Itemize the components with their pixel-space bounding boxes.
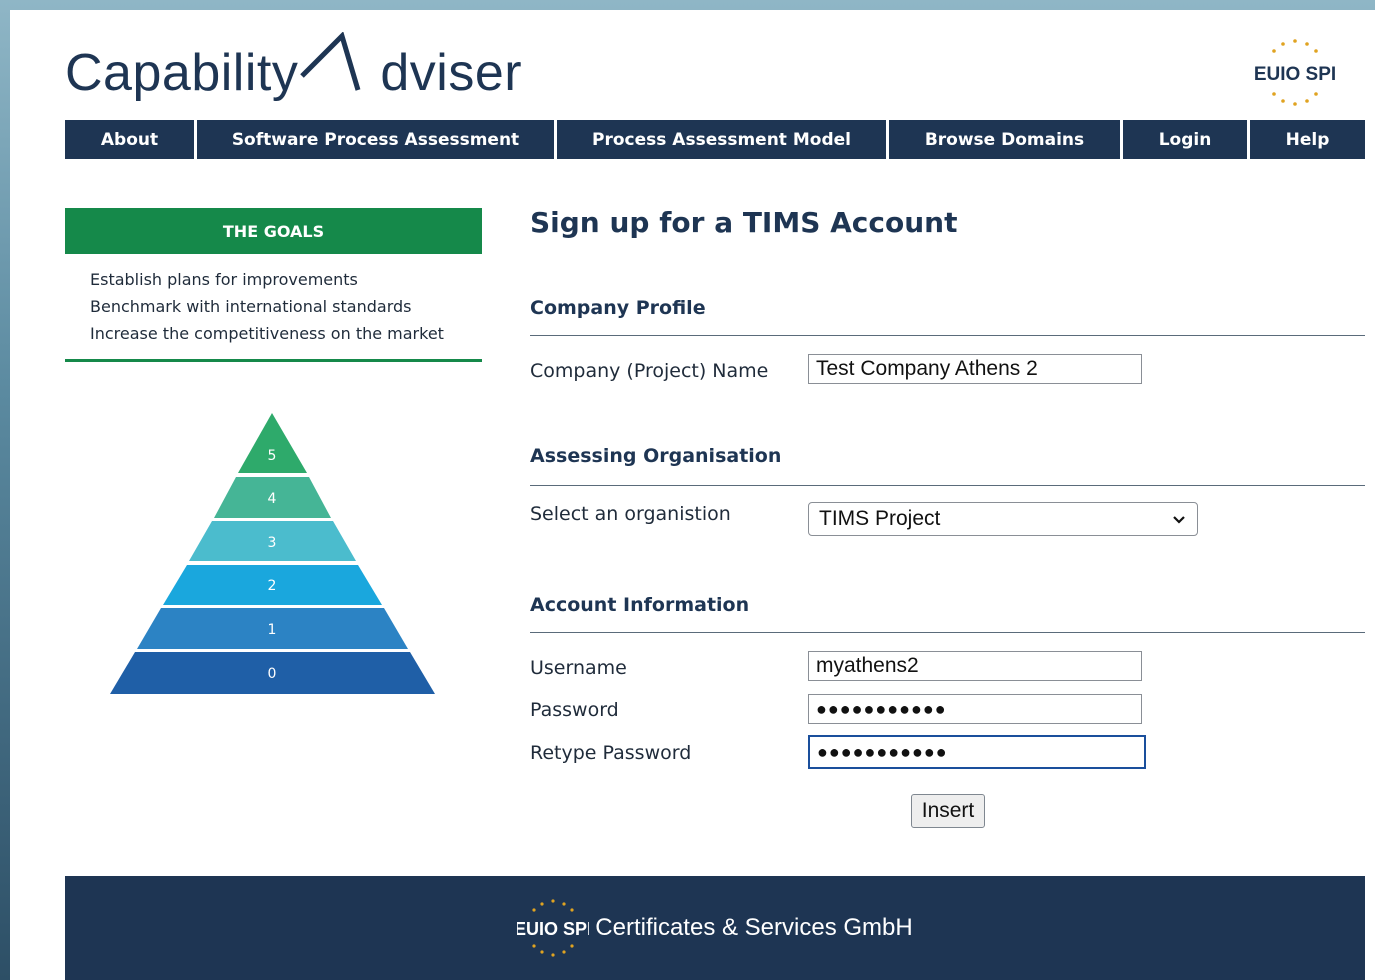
goal-item: Increase the competitiveness on the mark… <box>90 324 444 343</box>
nav-login[interactable]: Login <box>1123 120 1250 159</box>
username-label: Username <box>530 657 627 679</box>
eurospi-logo: EUIO SPI <box>1255 39 1335 106</box>
retype-password-input[interactable]: ●●●●●●●●●●● <box>808 735 1146 769</box>
insert-button[interactable]: Insert <box>911 794 985 828</box>
logo-text-left: Capability <box>65 44 299 102</box>
chevron-down-icon <box>1173 516 1185 524</box>
pyramid-label-4: 4 <box>268 491 277 507</box>
goal-item: Benchmark with international standards <box>90 297 412 316</box>
section-divider <box>530 632 1365 633</box>
logo-a-chevron-icon <box>300 32 361 91</box>
section-divider <box>530 485 1365 486</box>
page-title: Sign up for a TIMS Account <box>530 206 958 239</box>
svg-text:EUIO SPI: EUIO SPI <box>517 919 589 939</box>
pyramid-label-1: 1 <box>268 622 277 638</box>
footer-brand: EUIO SPI Certificates & Services GmbH <box>517 895 913 961</box>
pyramid-label-5: 5 <box>268 448 277 464</box>
eurospi-footer-logo: EUIO SPI <box>517 899 589 957</box>
pyramid-level-5 <box>238 413 307 473</box>
nav-process-assessment-model[interactable]: Process Assessment Model <box>557 120 889 159</box>
nav-software-process-assessment[interactable]: Software Process Assessment <box>197 120 557 159</box>
company-name-input[interactable]: Test Company Athens 2 <box>808 354 1142 384</box>
company-name-label: Company (Project) Name <box>530 360 769 382</box>
pyramid-label-2: 2 <box>268 578 277 594</box>
retype-password-label: Retype Password <box>530 742 692 764</box>
account-information-heading: Account Information <box>530 594 750 616</box>
organisation-select[interactable]: TIMS Project <box>808 502 1198 536</box>
logo-text-right: dviser <box>380 44 523 102</box>
page: Capability dviser EUIO SPI About Softwar… <box>10 10 1375 980</box>
section-divider <box>530 335 1365 336</box>
goals-list: Establish plans for improvements Benchma… <box>90 266 444 347</box>
username-input[interactable]: myathens2 <box>808 651 1142 681</box>
nav-browse-domains[interactable]: Browse Domains <box>889 120 1123 159</box>
password-input[interactable]: ●●●●●●●●●●● <box>808 694 1142 724</box>
goals-divider <box>65 359 482 362</box>
svg-text:EUIO SPI: EUIO SPI <box>1255 64 1335 85</box>
nav-about[interactable]: About <box>65 120 197 159</box>
organisation-selected-value: TIMS Project <box>819 507 941 530</box>
goal-item: Establish plans for improvements <box>90 270 358 289</box>
main-nav: About Software Process Assessment Proces… <box>65 120 1365 159</box>
pyramid-label-3: 3 <box>268 535 277 551</box>
company-profile-heading: Company Profile <box>530 297 706 319</box>
capability-level-pyramid: 5 4 3 2 1 0 <box>110 413 435 694</box>
capability-adviser-logo[interactable]: Capability dviser <box>65 32 522 103</box>
pyramid-label-0: 0 <box>268 666 277 682</box>
assessing-organisation-heading: Assessing Organisation <box>530 445 782 467</box>
goals-header: THE GOALS <box>65 208 482 254</box>
password-label: Password <box>530 699 619 721</box>
footer-company-name: Certificates & Services GmbH <box>595 914 913 941</box>
nav-help[interactable]: Help <box>1250 120 1365 159</box>
select-organisation-label: Select an organistion <box>530 503 731 525</box>
footer: EUIO SPI Certificates & Services GmbH <box>65 876 1365 980</box>
